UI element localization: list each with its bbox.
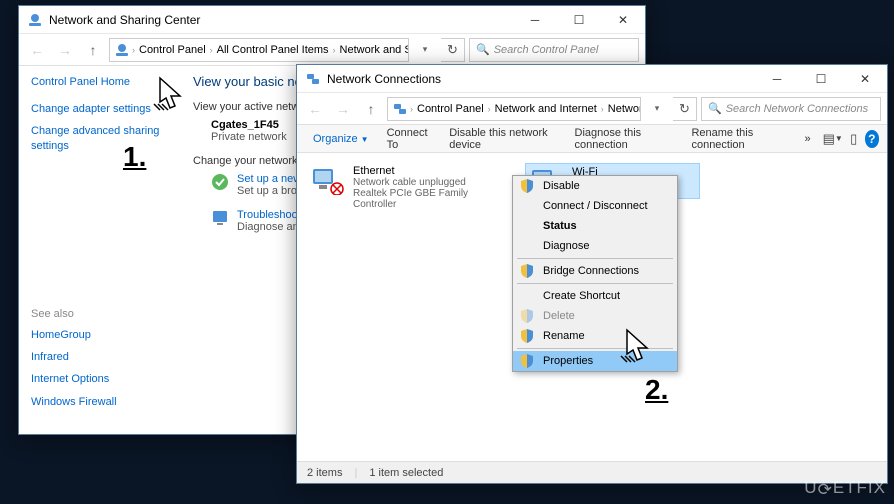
maximize-button[interactable]: ☐ bbox=[557, 6, 601, 34]
ctx-status[interactable]: Status bbox=[513, 216, 677, 236]
window-title: Network and Sharing Center bbox=[49, 13, 513, 27]
breadcrumb-segment[interactable]: Network and Sharing Center bbox=[338, 44, 409, 56]
search-icon: 🔍 bbox=[708, 102, 722, 115]
address-bar: ← → ↑ › Control Panel › Network and Inte… bbox=[297, 93, 887, 125]
ctx-separator bbox=[517, 348, 673, 349]
titlebar[interactable]: Network and Sharing Center ─ ☐ ✕ bbox=[19, 6, 645, 34]
status-bar: 2 items | 1 item selected bbox=[297, 461, 887, 483]
item-count: 2 items bbox=[307, 467, 342, 479]
minimize-button[interactable]: ─ bbox=[755, 65, 799, 93]
close-button[interactable]: ✕ bbox=[843, 65, 887, 93]
connection-name: Ethernet bbox=[353, 165, 505, 177]
more-button[interactable]: » bbox=[796, 129, 818, 149]
see-also-header: See also bbox=[31, 308, 167, 320]
back-button[interactable]: ← bbox=[303, 97, 327, 121]
shield-icon bbox=[521, 309, 533, 323]
refresh-button[interactable]: ↻ bbox=[441, 38, 465, 62]
shield-icon bbox=[521, 329, 533, 343]
preview-pane-button[interactable]: ▯ bbox=[845, 128, 863, 150]
search-icon: 🔍 bbox=[476, 43, 490, 56]
dropdown-button[interactable]: ▾ bbox=[645, 97, 669, 121]
selected-count: 1 item selected bbox=[369, 467, 443, 479]
titlebar[interactable]: Network Connections ─ ☐ ✕ bbox=[297, 65, 887, 93]
ctx-bridge[interactable]: Bridge Connections bbox=[513, 261, 677, 281]
search-placeholder: Search Control Panel bbox=[494, 44, 599, 56]
search-input[interactable]: 🔍 Search Control Panel bbox=[469, 38, 639, 62]
connection-status: Network cable unplugged bbox=[353, 177, 505, 188]
setup-icon bbox=[211, 173, 229, 191]
ctx-diagnose[interactable]: Diagnose bbox=[513, 236, 677, 256]
breadcrumb-segment[interactable]: Network Connections bbox=[606, 103, 641, 115]
organize-menu[interactable]: Organize▼ bbox=[305, 129, 377, 149]
maximize-button[interactable]: ☐ bbox=[799, 65, 843, 93]
ctx-connect-disconnect[interactable]: Connect / Disconnect bbox=[513, 196, 677, 216]
network-center-icon bbox=[27, 12, 43, 28]
ethernet-item[interactable]: Ethernet Network cable unplugged Realtek… bbox=[307, 163, 507, 212]
breadcrumb-segment[interactable]: Control Panel bbox=[415, 103, 486, 115]
network-center-icon bbox=[114, 42, 130, 58]
windows-firewall-link[interactable]: Windows Firewall bbox=[31, 395, 167, 409]
diagnose-button[interactable]: Diagnose this connection bbox=[567, 123, 682, 155]
up-button[interactable]: ↑ bbox=[81, 38, 105, 62]
shield-icon bbox=[521, 179, 533, 193]
ctx-rename[interactable]: Rename bbox=[513, 326, 677, 346]
connection-device: Realtek PCIe GBE Family Controller bbox=[353, 188, 505, 210]
help-button[interactable]: ? bbox=[865, 130, 879, 148]
shield-icon bbox=[521, 354, 533, 368]
breadcrumb-segment[interactable]: Network and Internet bbox=[493, 103, 599, 115]
breadcrumb[interactable]: › Control Panel › All Control Panel Item… bbox=[109, 38, 409, 62]
ctx-separator bbox=[517, 283, 673, 284]
infrared-link[interactable]: Infrared bbox=[31, 350, 167, 364]
sidebar: Control Panel Home Change adapter settin… bbox=[19, 66, 179, 434]
breadcrumb[interactable]: › Control Panel › Network and Internet ›… bbox=[387, 97, 641, 121]
step-2-label: 2. bbox=[645, 374, 668, 406]
breadcrumb-segment[interactable]: All Control Panel Items bbox=[215, 44, 331, 56]
troubleshoot-icon bbox=[211, 209, 229, 227]
address-bar: ← → ↑ › Control Panel › All Control Pane… bbox=[19, 34, 645, 66]
forward-button[interactable]: → bbox=[53, 38, 77, 62]
homegroup-link[interactable]: HomeGroup bbox=[31, 328, 167, 342]
window-title: Network Connections bbox=[327, 72, 755, 86]
search-input[interactable]: 🔍 Search Network Connections bbox=[701, 97, 881, 121]
change-adapter-settings-link[interactable]: Change adapter settings bbox=[31, 102, 167, 116]
network-connections-icon bbox=[305, 71, 321, 87]
control-panel-home-link[interactable]: Control Panel Home bbox=[31, 76, 167, 88]
ctx-properties[interactable]: Properties bbox=[513, 351, 677, 371]
context-menu: Disable Connect / Disconnect Status Diag… bbox=[512, 175, 678, 372]
back-button[interactable]: ← bbox=[25, 38, 49, 62]
minimize-button[interactable]: ─ bbox=[513, 6, 557, 34]
ethernet-icon bbox=[309, 165, 345, 195]
ctx-create-shortcut[interactable]: Create Shortcut bbox=[513, 286, 677, 306]
connect-to-button[interactable]: Connect To bbox=[379, 123, 440, 155]
network-connections-icon bbox=[392, 101, 408, 117]
toolbar: Organize▼ Connect To Disable this networ… bbox=[297, 125, 887, 153]
up-button[interactable]: ↑ bbox=[359, 97, 383, 121]
step-1-label: 1. bbox=[123, 141, 146, 173]
refresh-button[interactable]: ↻ bbox=[673, 97, 697, 121]
ctx-disable[interactable]: Disable bbox=[513, 176, 677, 196]
view-options-button[interactable]: ▤▼ bbox=[823, 128, 843, 150]
rename-button[interactable]: Rename this connection bbox=[683, 123, 794, 155]
ctx-separator bbox=[517, 258, 673, 259]
watermark: U⟳ETFIX bbox=[804, 478, 886, 498]
forward-button[interactable]: → bbox=[331, 97, 355, 121]
shield-icon bbox=[521, 264, 533, 278]
dropdown-button[interactable]: ▾ bbox=[413, 38, 437, 62]
ctx-delete: Delete bbox=[513, 306, 677, 326]
change-advanced-sharing-link[interactable]: Change advanced sharing settings bbox=[31, 124, 167, 153]
breadcrumb-segment[interactable]: Control Panel bbox=[137, 44, 208, 56]
close-button[interactable]: ✕ bbox=[601, 6, 645, 34]
internet-options-link[interactable]: Internet Options bbox=[31, 372, 167, 386]
search-placeholder: Search Network Connections bbox=[726, 103, 868, 115]
disable-device-button[interactable]: Disable this network device bbox=[441, 123, 564, 155]
